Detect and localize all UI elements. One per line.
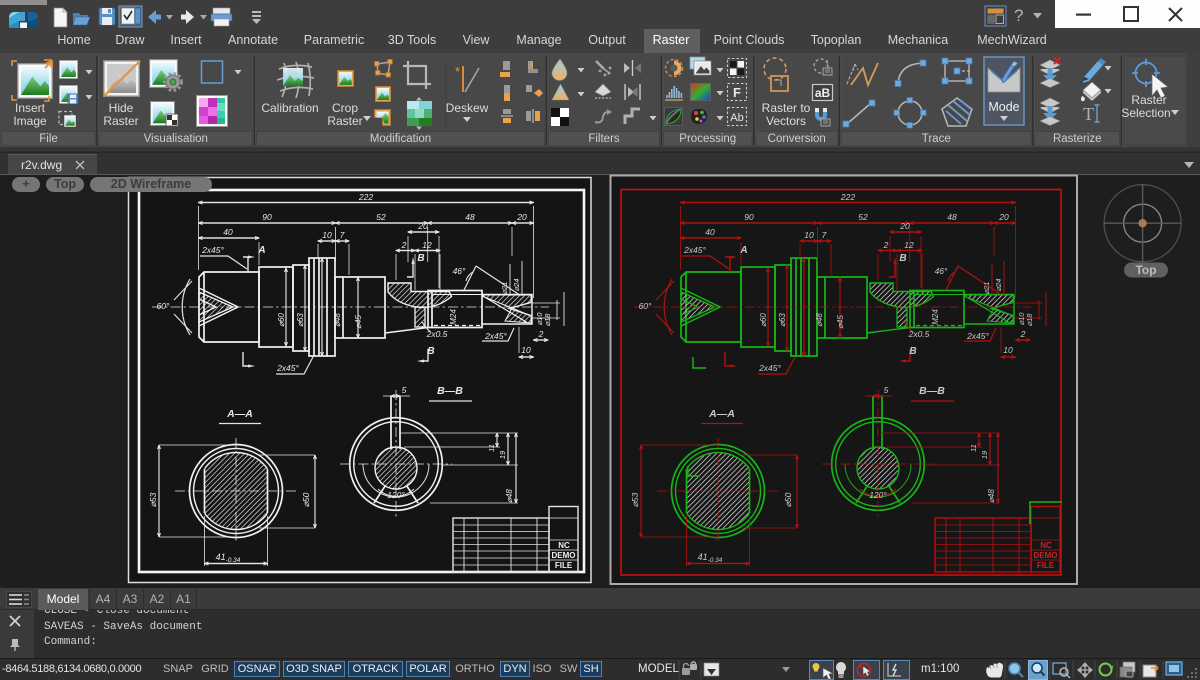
svg-text:*: * — [455, 64, 460, 79]
svg-text:Top: Top — [1135, 263, 1156, 277]
svg-text:Hide: Hide — [109, 101, 134, 115]
svg-text:Raster: Raster — [103, 114, 138, 128]
svg-text:Crop: Crop — [332, 101, 358, 115]
svg-text:Deskew: Deskew — [446, 101, 489, 115]
svg-text:Trace: Trace — [922, 133, 951, 145]
svg-text:Raster: Raster — [327, 114, 362, 128]
svg-text:aB: aB — [815, 86, 831, 100]
svg-text:Mode: Mode — [988, 100, 1019, 114]
svg-text:Rasterize: Rasterize — [1053, 133, 1102, 145]
svg-text:Vectors: Vectors — [766, 114, 806, 128]
svg-text:Calibration: Calibration — [261, 101, 318, 115]
svg-text:File: File — [39, 133, 58, 145]
svg-text:Raster: Raster — [1131, 93, 1166, 107]
svg-text:Filters: Filters — [588, 133, 620, 145]
svg-text:Image: Image — [13, 114, 47, 128]
svg-text:Raster to: Raster to — [762, 101, 811, 115]
svg-text:Visualisation: Visualisation — [144, 133, 208, 145]
svg-text:Processing: Processing — [679, 133, 736, 145]
svg-text:T: T — [1083, 104, 1094, 124]
svg-text:Insert: Insert — [15, 101, 46, 115]
svg-text:1: 1 — [825, 59, 830, 68]
svg-text:Modification: Modification — [370, 133, 431, 145]
svg-text:Ab: Ab — [730, 112, 743, 124]
svg-text:F: F — [733, 85, 741, 100]
svg-text:Conversion: Conversion — [768, 133, 826, 145]
svg-text:Selection: Selection — [1121, 106, 1170, 120]
svg-text:?: ? — [1014, 6, 1023, 25]
